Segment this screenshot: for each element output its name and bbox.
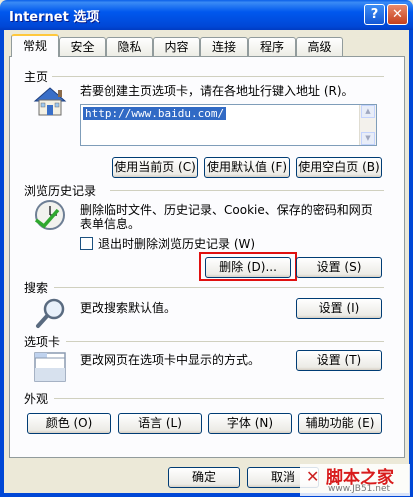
title-bar: Internet 选项 ? ✕ — [0, 0, 413, 30]
appearance-section-title: 外观 — [24, 390, 53, 407]
window-frame-right — [409, 30, 413, 497]
window-frame-left — [0, 30, 4, 497]
history-clock-icon — [34, 200, 65, 230]
history-settings-button[interactable]: 设置 (S) — [296, 257, 382, 278]
watermark-logo-icon: ✕ — [306, 467, 320, 486]
home-icon — [33, 87, 67, 116]
home-section-title: 主页 — [24, 68, 53, 85]
url-scrollbar[interactable]: ▲ ▼ — [359, 105, 376, 145]
watermark-url: www.JB51.net — [328, 484, 391, 494]
search-settings-button[interactable]: 设置 (I) — [296, 298, 382, 319]
tab-programs[interactable]: 程序 — [248, 37, 296, 56]
use-blank-button[interactable]: 使用空白页 (B) — [296, 157, 382, 178]
home-url-text: http://www.baidu.com/ — [83, 107, 227, 120]
search-divider — [54, 287, 384, 288]
tabs-divider — [66, 341, 384, 342]
appearance-divider — [54, 398, 384, 399]
search-description: 更改搜索默认值。 — [80, 301, 177, 315]
tabs-section-title: 选项卡 — [24, 333, 65, 350]
tabs-description: 更改网页在选项卡中显示的方式。 — [80, 353, 261, 367]
tab-security[interactable]: 安全 — [59, 37, 106, 56]
delete-on-exit-checkbox[interactable] — [80, 237, 93, 250]
fonts-button[interactable]: 字体 (N) — [208, 413, 292, 434]
scroll-down-icon[interactable]: ▼ — [361, 132, 375, 145]
tabs-settings-button[interactable]: 设置 (T) — [296, 350, 382, 371]
home-description: 若要创建主页选项卡，请在各地址行键入地址 (R)。 — [80, 84, 354, 98]
tab-advanced[interactable]: 高级 — [296, 37, 343, 56]
history-description-line1: 删除临时文件、历史记录、Cookie、保存的密码和网页 — [80, 203, 373, 217]
search-magnifier-icon — [36, 298, 65, 328]
history-divider — [110, 190, 384, 191]
help-icon: ? — [370, 7, 379, 22]
tabbed-window-icon — [34, 352, 66, 382]
scroll-up-icon[interactable]: ▲ — [361, 105, 375, 118]
tab-general[interactable]: 常规 — [11, 34, 59, 57]
languages-button[interactable]: 语言 (L) — [118, 413, 202, 434]
search-section-title: 搜索 — [24, 279, 53, 296]
ok-button[interactable]: 确定 — [168, 467, 240, 488]
close-button[interactable]: ✕ — [387, 4, 408, 25]
tab-privacy[interactable]: 隐私 — [106, 37, 153, 56]
history-description-line2: 表单信息。 — [80, 217, 141, 231]
use-current-button[interactable]: 使用当前页 (C) — [112, 157, 198, 178]
close-icon: ✕ — [392, 7, 403, 22]
window-title: Internet 选项 — [9, 10, 100, 25]
help-button[interactable]: ? — [364, 4, 385, 25]
colors-button[interactable]: 颜色 (O) — [27, 413, 111, 434]
delete-button-highlight — [199, 252, 297, 281]
use-default-button[interactable]: 使用默认值 (F) — [204, 157, 290, 178]
tab-content[interactable]: 内容 — [153, 37, 200, 56]
accessibility-button[interactable]: 辅助功能 (E) — [298, 413, 382, 434]
tab-connections[interactable]: 连接 — [200, 37, 248, 56]
home-url-input[interactable]: http://www.baidu.com/ ▲ ▼ — [80, 104, 377, 146]
home-divider — [44, 76, 384, 77]
history-section-title: 浏览历史记录 — [24, 182, 101, 199]
delete-on-exit-label[interactable]: 退出时删除浏览历史记录 (W) — [98, 237, 255, 251]
